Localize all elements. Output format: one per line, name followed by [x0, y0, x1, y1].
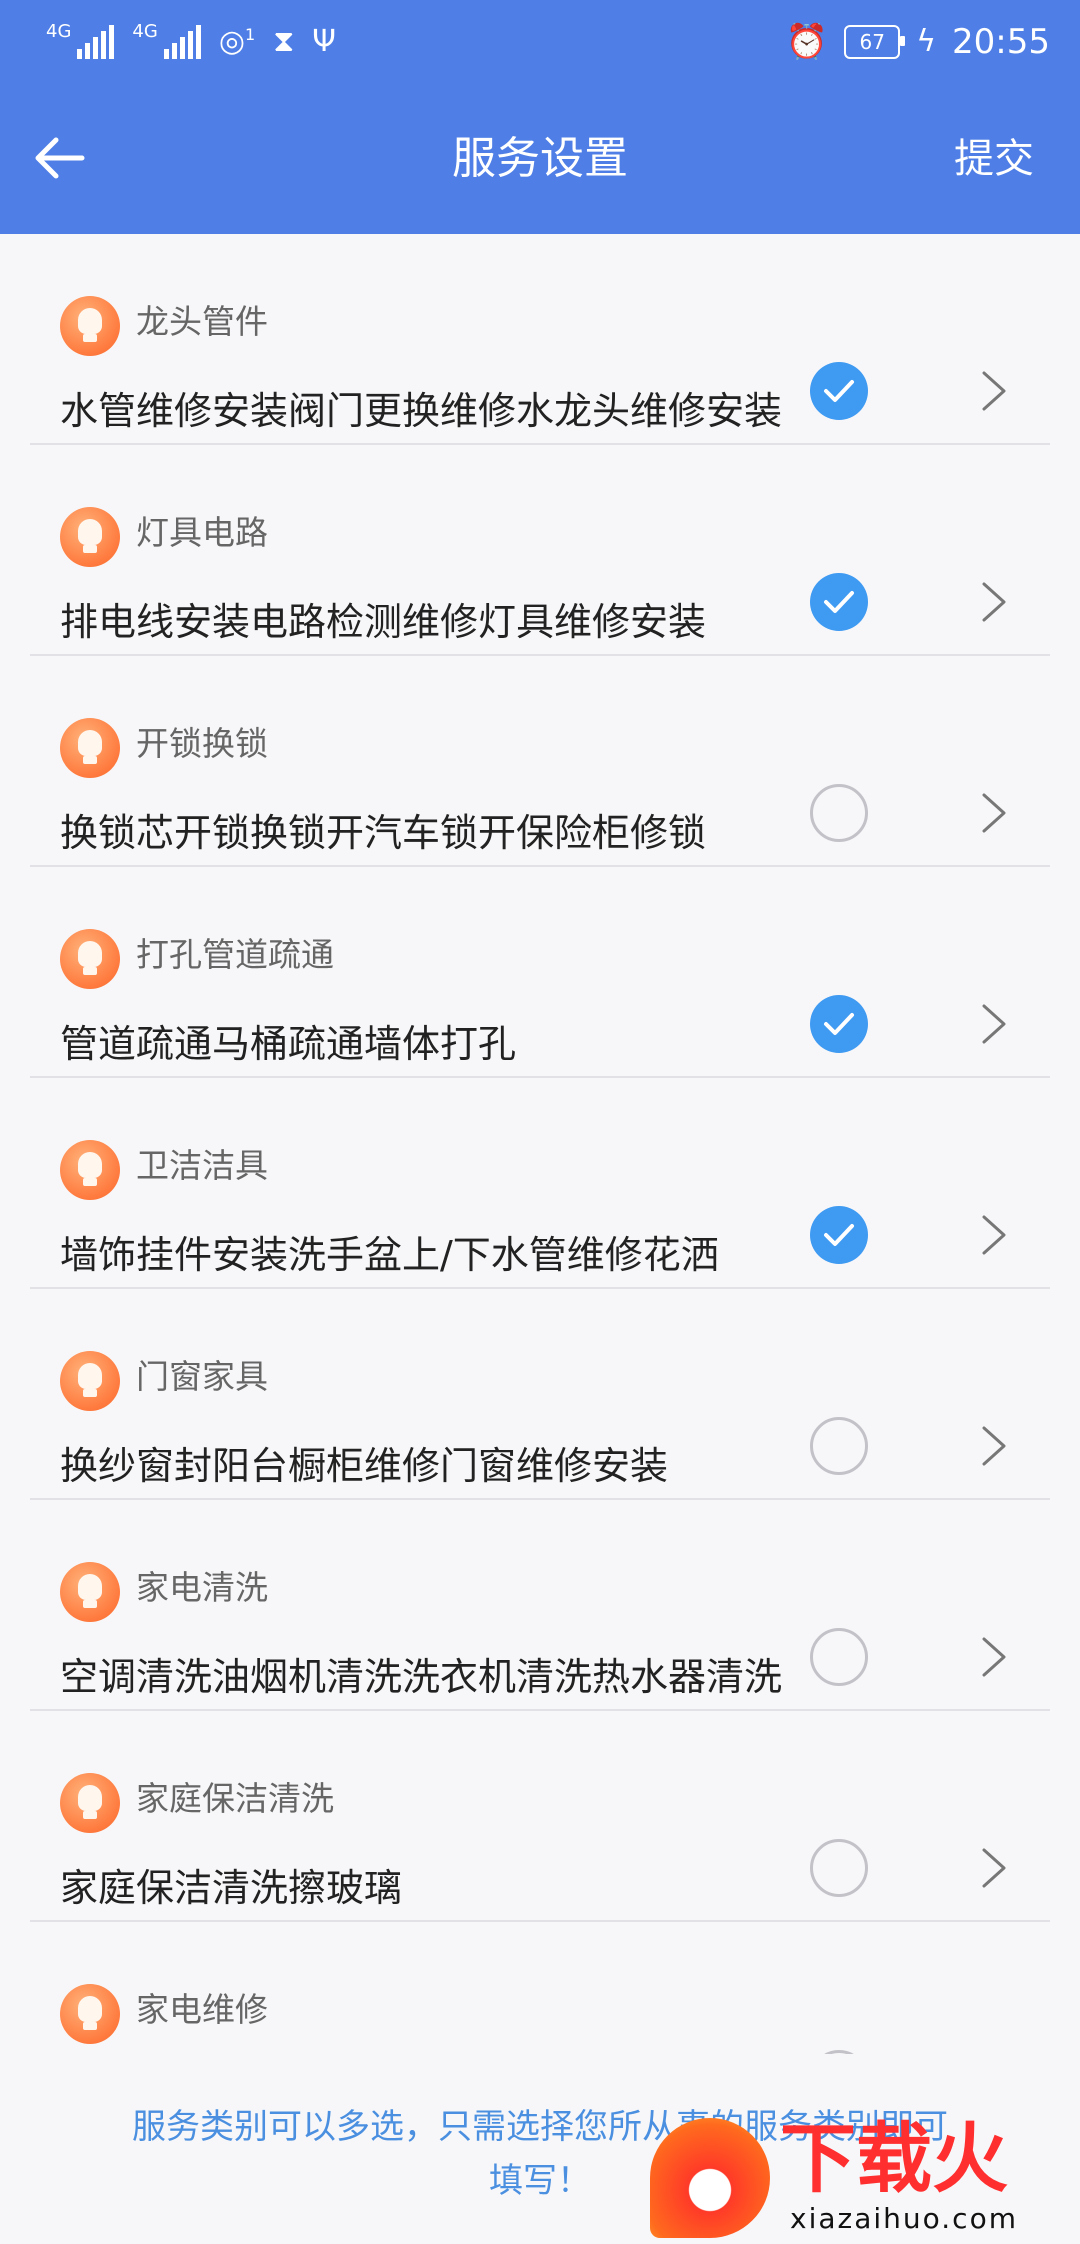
unchecked-circle-icon[interactable]	[810, 1417, 868, 1475]
flame-logo-icon	[650, 2118, 770, 2238]
unchecked-circle-icon[interactable]	[810, 1839, 868, 1897]
checked-circle-icon[interactable]	[810, 362, 868, 420]
service-list: 龙头管件水管维修安装阀门更换维修水龙头维修安装灯具电路排电线安装电路检测维修灯具…	[30, 234, 1050, 2054]
service-category: 家庭保洁清洗	[136, 1779, 334, 1818]
app-header: 服务设置 提交	[0, 84, 1080, 234]
service-description: 管道疏通马桶疏通墙体打孔	[60, 1022, 517, 1066]
service-row[interactable]: 灯具电路排电线安装电路检测维修灯具维修安装	[30, 445, 1050, 656]
service-description: 空调清洗油烟机清洗洗衣机清洗热水器清洗	[60, 1655, 783, 1699]
status-right: ⏰ 67 ϟ 20:55	[786, 18, 1050, 66]
service-row[interactable]: 龙头管件水管维修安装阀门更换维修水龙头维修安装	[30, 234, 1050, 445]
service-row[interactable]: 家庭保洁清洗家庭保洁清洗擦玻璃	[30, 1711, 1050, 1922]
status-left: 4G 4G ◎1 ⧗ Ψ	[46, 18, 336, 59]
service-row[interactable]: 卫洁洁具墙饰挂件安装洗手盆上/下水管维修花洒	[30, 1078, 1050, 1289]
chevron-right-icon[interactable]	[974, 367, 1014, 415]
checked-circle-icon[interactable]	[810, 573, 868, 631]
service-category: 卫洁洁具	[136, 1146, 268, 1185]
service-category: 家电清洗	[136, 1568, 268, 1607]
cellular-signal-2-icon: 4G	[132, 21, 201, 59]
checked-circle-icon[interactable]	[810, 1206, 868, 1264]
service-description: 墙饰挂件安装洗手盆上/下水管维修花洒	[60, 1233, 719, 1277]
service-category: 开锁换锁	[136, 724, 268, 763]
chevron-right-icon[interactable]	[974, 1422, 1014, 1470]
hotspot-count: 1	[245, 25, 256, 44]
watermark-url: xiazaihuo.com	[790, 2202, 1018, 2235]
lightbulb-icon	[60, 1562, 120, 1622]
chevron-right-icon[interactable]	[974, 1211, 1014, 1259]
lightbulb-icon	[60, 507, 120, 567]
watermark-brand: 下载火	[780, 2114, 1008, 2203]
charging-icon: ϟ	[916, 24, 937, 59]
service-description: 换锁芯开锁换锁开汽车锁开保险柜修锁	[60, 811, 707, 855]
battery-icon: 67	[844, 25, 906, 59]
chevron-right-icon[interactable]	[974, 789, 1014, 837]
service-row[interactable]: 开锁换锁换锁芯开锁换锁开汽车锁开保险柜修锁	[30, 656, 1050, 867]
watermark: 下载火 xiazaihuo.com	[640, 2110, 1080, 2244]
battery-level: 67	[859, 30, 885, 54]
chevron-right-icon[interactable]	[974, 578, 1014, 626]
chevron-right-icon[interactable]	[974, 1000, 1014, 1048]
service-category: 龙头管件	[136, 302, 268, 341]
alarm-icon: ⏰	[785, 22, 829, 62]
cellular-signal-1-icon: 4G	[46, 21, 115, 59]
lightbulb-icon	[60, 296, 120, 356]
service-category: 门窗家具	[136, 1357, 268, 1396]
wifi-hotspot-icon: ◎1	[218, 24, 256, 59]
submit-button[interactable]: 提交	[954, 128, 1034, 190]
clock: 20:55	[952, 22, 1050, 62]
hourglass-icon: ⧗	[273, 24, 295, 59]
service-row[interactable]: 门窗家具换纱窗封阳台橱柜维修门窗维修安装	[30, 1289, 1050, 1500]
lightbulb-icon	[60, 1773, 120, 1833]
service-category: 家电维修	[136, 1990, 268, 2029]
service-category: 打孔管道疏通	[136, 935, 334, 974]
checked-circle-icon[interactable]	[810, 995, 868, 1053]
chevron-right-icon[interactable]	[974, 1844, 1014, 1892]
status-bar: 4G 4G ◎1 ⧗ Ψ ⏰ 67 ϟ 20:55	[0, 0, 1080, 84]
chevron-right-icon[interactable]	[974, 1633, 1014, 1681]
service-description: 排电线安装电路检测维修灯具维修安装	[60, 600, 707, 644]
lightbulb-icon	[60, 1984, 120, 2044]
network-type-label: 4G	[132, 21, 158, 42]
service-description: 水管维修安装阀门更换维修水龙头维修安装	[60, 389, 783, 433]
lightbulb-icon	[60, 1140, 120, 1200]
lightbulb-icon	[60, 1351, 120, 1411]
service-description: 家庭保洁清洗擦玻璃	[60, 1866, 403, 1910]
lightbulb-icon	[60, 718, 120, 778]
unchecked-circle-icon[interactable]	[810, 2050, 868, 2054]
network-type-label: 4G	[46, 21, 72, 42]
service-row[interactable]: 打孔管道疏通管道疏通马桶疏通墙体打孔	[30, 867, 1050, 1078]
page-title: 服务设置	[452, 133, 628, 184]
unchecked-circle-icon[interactable]	[810, 1628, 868, 1686]
usb-icon: Ψ	[312, 24, 336, 59]
service-row[interactable]: 家电维修	[30, 1922, 1050, 2054]
unchecked-circle-icon[interactable]	[810, 784, 868, 842]
lightbulb-icon	[60, 929, 120, 989]
service-description: 换纱窗封阳台橱柜维修门窗维修安装	[60, 1444, 669, 1488]
service-category: 灯具电路	[136, 513, 268, 552]
service-row[interactable]: 家电清洗空调清洗油烟机清洗洗衣机清洗热水器清洗	[30, 1500, 1050, 1711]
